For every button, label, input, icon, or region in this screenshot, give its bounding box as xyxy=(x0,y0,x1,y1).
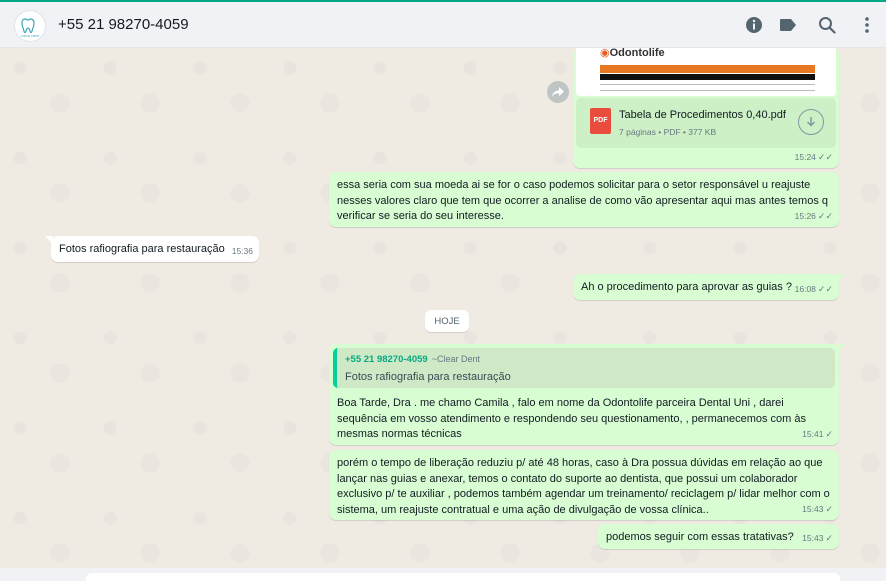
message-meta: 15:41 ✓ xyxy=(802,427,833,443)
check-icon: ✓ xyxy=(825,532,833,543)
info-icon[interactable] xyxy=(744,15,764,35)
document-logo: ◉Odontolife xyxy=(600,48,665,59)
message-time: 15:36 xyxy=(231,245,253,256)
outgoing-message[interactable]: essa seria com sua moeda ai se for o cas… xyxy=(329,172,839,227)
date-divider: HOJE xyxy=(425,310,469,332)
quoted-text: Fotos rafiografia para restauração xyxy=(345,370,511,383)
message-meta: 16:08 ✓✓ xyxy=(795,282,833,298)
preview-row xyxy=(600,84,815,85)
pdf-file-icon: PDF xyxy=(590,108,611,134)
message-text: Fotos rafiografia para restauração xyxy=(59,243,225,255)
outgoing-message[interactable]: podemos seguir com essas tratativas? 15:… xyxy=(598,524,839,549)
document-file-name: Tabela de Procedimentos 0,40.pdf xyxy=(619,109,786,121)
bubble-tail xyxy=(837,344,845,352)
outgoing-message[interactable]: porém o tempo de liberação reduziu p/ at… xyxy=(329,450,839,520)
preview-row xyxy=(600,90,815,91)
message-meta: 15:43 ✓ xyxy=(802,531,833,547)
label-icon[interactable] xyxy=(778,15,798,35)
chat-header: CLEAR DENT +55 21 98270-4059 xyxy=(0,2,886,48)
double-check-icon: ✓✓ xyxy=(817,210,833,221)
message-input[interactable] xyxy=(86,573,840,581)
message-time: 15:26 xyxy=(794,210,816,221)
menu-icon[interactable] xyxy=(857,15,877,35)
preview-header-band xyxy=(600,65,815,73)
message-text: Boa Tarde, Dra . me chamo Camila , falo … xyxy=(337,397,807,440)
message-time: 16:08 xyxy=(794,283,816,294)
message-time: 15:43 xyxy=(802,503,824,514)
bubble-tail xyxy=(45,236,53,244)
document-file-meta: 7 páginas • PDF • 377 KB xyxy=(619,127,717,137)
quoted-author: +55 21 98270-4059 ~Clear Dent xyxy=(345,354,480,365)
double-check-icon: ✓✓ xyxy=(817,283,833,294)
message-meta: 15:26 ✓✓ xyxy=(795,209,833,225)
forward-icon[interactable] xyxy=(547,81,569,103)
outgoing-message[interactable]: Ah o procedimento para aprovar as guias … xyxy=(573,274,845,300)
document-preview[interactable]: ◉Odontolife xyxy=(576,48,836,96)
message-meta: 15:43 ✓ xyxy=(802,502,833,518)
message-time: 15:43 xyxy=(802,532,824,543)
document-info[interactable]: PDF Tabela de Procedimentos 0,40.pdf 7 p… xyxy=(576,98,836,148)
quoted-alias: ~Clear Dent xyxy=(431,354,480,364)
svg-text:CLEAR DENT: CLEAR DENT xyxy=(20,34,39,38)
avatar[interactable]: CLEAR DENT xyxy=(14,10,46,42)
outgoing-message-reply[interactable]: +55 21 98270-4059 ~Clear Dent Fotos rafio… xyxy=(329,344,845,445)
message-meta: 15:24 ✓✓ xyxy=(795,150,833,166)
message-text: essa seria com sua moeda ai se for o cas… xyxy=(337,179,828,222)
message-time: 15:24 xyxy=(794,151,816,162)
check-icon: ✓ xyxy=(825,503,833,514)
double-check-icon: ✓✓ xyxy=(817,151,833,162)
quoted-message[interactable]: +55 21 98270-4059 ~Clear Dent Fotos rafio… xyxy=(333,348,835,388)
message-time: 15:41 xyxy=(802,428,824,439)
contact-name[interactable]: +55 21 98270-4059 xyxy=(58,16,189,33)
check-icon: ✓ xyxy=(825,428,833,439)
bubble-tail xyxy=(837,274,845,282)
search-icon[interactable] xyxy=(817,15,837,35)
chat-area[interactable]: ◉Odontolife PDF Tabela de Procedimentos … xyxy=(0,48,886,568)
tooth-logo-icon: CLEAR DENT xyxy=(20,18,40,38)
download-icon[interactable] xyxy=(798,109,824,135)
document-message[interactable]: ◉Odontolife PDF Tabela de Procedimentos … xyxy=(573,48,839,168)
message-text: porém o tempo de liberação reduziu p/ at… xyxy=(337,457,830,516)
message-meta: 15:36 xyxy=(232,244,253,260)
message-composer xyxy=(0,568,886,581)
preview-header-band-dark xyxy=(600,74,815,80)
incoming-message[interactable]: Fotos rafiografia para restauração 15:36 xyxy=(45,236,259,262)
